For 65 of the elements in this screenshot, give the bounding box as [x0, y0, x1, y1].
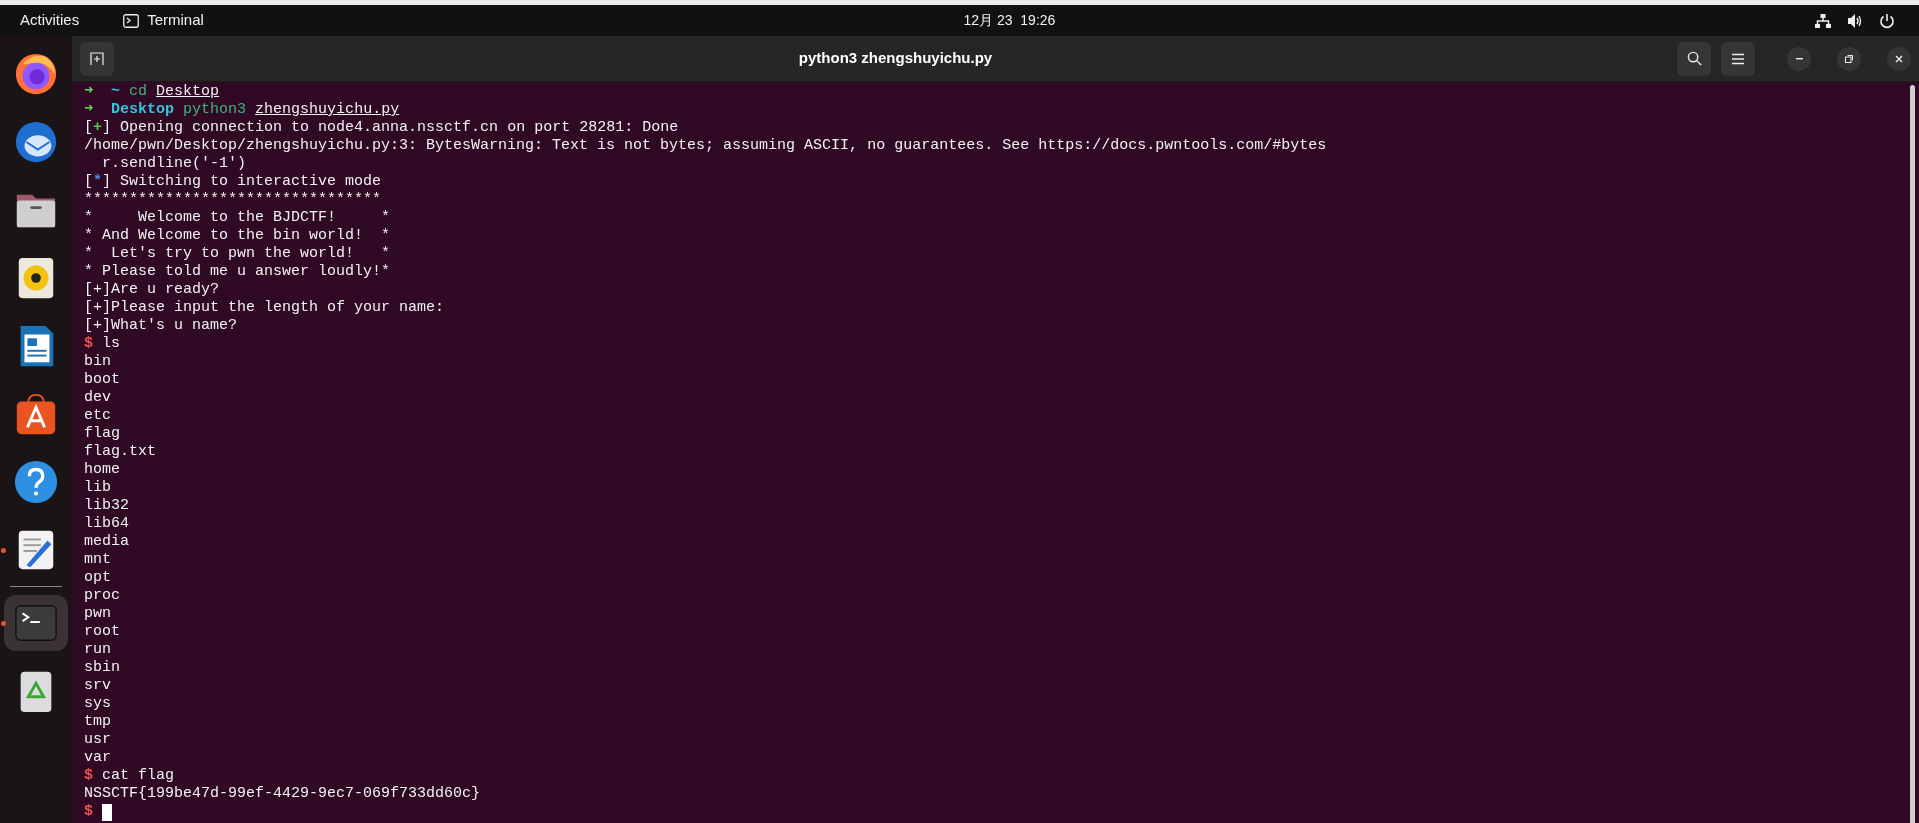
- new-tab-button[interactable]: [80, 41, 114, 76]
- terminal-line: opt: [84, 569, 112, 587]
- terminal-line: srv: [84, 677, 112, 695]
- menu-button[interactable]: [1721, 41, 1755, 76]
- terminal-line: * Welcome to the BJDCTF! *: [84, 209, 392, 227]
- terminal-line: root: [84, 623, 121, 641]
- terminal-line: bin: [84, 353, 112, 371]
- terminal-line: * And Welcome to the bin world! *: [84, 227, 392, 245]
- terminal-line: * Let's try to pwn the world! *: [84, 245, 392, 263]
- terminal-prompt-icon: [123, 13, 140, 28]
- terminal-line: * Please told me u answer loudly!*: [84, 263, 392, 281]
- help-icon: [13, 459, 59, 505]
- terminal-line: dev: [84, 389, 112, 407]
- power-icon[interactable]: [1879, 12, 1895, 29]
- terminal-line: boot: [84, 371, 121, 389]
- terminal-line: usr: [84, 731, 112, 749]
- terminal-line: ➜ ~ cd Desktop: [84, 83, 221, 101]
- terminal-line: lib: [84, 479, 112, 497]
- terminal-line: run: [84, 641, 112, 659]
- volume-icon[interactable]: [1847, 12, 1863, 29]
- browser-icon: [13, 51, 59, 97]
- terminal-line: media: [84, 533, 130, 551]
- minimize-icon: [1795, 57, 1803, 60]
- network-icon[interactable]: [1815, 12, 1831, 29]
- terminal-line: sys: [84, 695, 112, 713]
- search-button[interactable]: [1677, 41, 1711, 76]
- terminal-line: sbin: [84, 659, 121, 677]
- terminal-line: NSSCTF{199be47d-99ef-4429-9ec7-069f733dd60c}: [84, 785, 482, 803]
- terminal-line: ➜ Desktop python3 zhengshuyichu.py: [84, 101, 401, 119]
- terminal-line: var: [84, 749, 112, 767]
- mail-bird-icon: [13, 119, 59, 165]
- close-button[interactable]: [1887, 46, 1911, 71]
- terminal-line: etc: [84, 407, 112, 425]
- terminal-line: /home/pwn/Desktop/zhengshuyichu.py:3: BytesWarning: Text is not bytes; assuming ASCII, no guarantees. See https://docs.pwntools.com/#bytes: [84, 137, 1328, 155]
- clock[interactable]: 12月 23 19:26: [963, 10, 1056, 31]
- prompt-line: $ ls: [84, 335, 121, 353]
- terminal-line: [+]What's u name?: [84, 317, 239, 335]
- terminal-line: [+] Opening connection to node4.anna.nssctf.cn on port 28281: Done: [84, 119, 680, 137]
- app-menu-label[interactable]: Terminal: [147, 9, 204, 32]
- terminal-line: [*] Switching to interactive mode: [84, 173, 383, 191]
- menu-icon: [1731, 52, 1745, 65]
- terminal-line: pwn: [84, 605, 112, 623]
- prompt-line: $ cat flag: [84, 767, 175, 785]
- activities-button[interactable]: Activities: [20, 9, 80, 32]
- restore-icon: [1844, 53, 1854, 64]
- terminal-line: tmp: [84, 713, 112, 731]
- terminal-line: [+]Please input the length of your name:: [84, 299, 446, 317]
- close-icon: [1894, 53, 1904, 64]
- terminal-line: *********************************: [84, 191, 383, 209]
- scrollbar[interactable]: [1910, 85, 1915, 823]
- terminal-line: [+]Are u ready?: [84, 281, 221, 299]
- terminal-line: lib64: [84, 515, 130, 533]
- new-tab-icon: [90, 51, 104, 66]
- minimize-button[interactable]: [1787, 46, 1811, 71]
- terminal-line: lib32: [84, 497, 130, 515]
- search-icon: [1686, 51, 1702, 66]
- terminal-line: r.sendline('-1'): [101, 155, 248, 173]
- terminal-line: flag: [84, 425, 121, 443]
- terminal-line: mnt: [84, 551, 112, 569]
- terminal-line: flag.txt: [84, 443, 157, 461]
- terminal-line: proc: [84, 587, 121, 605]
- terminal-line: home: [84, 461, 121, 479]
- window-title: python3 zhengshuyichu.py: [798, 48, 993, 69]
- restore-button[interactable]: [1837, 46, 1861, 71]
- prompt-line: $: [84, 803, 94, 821]
